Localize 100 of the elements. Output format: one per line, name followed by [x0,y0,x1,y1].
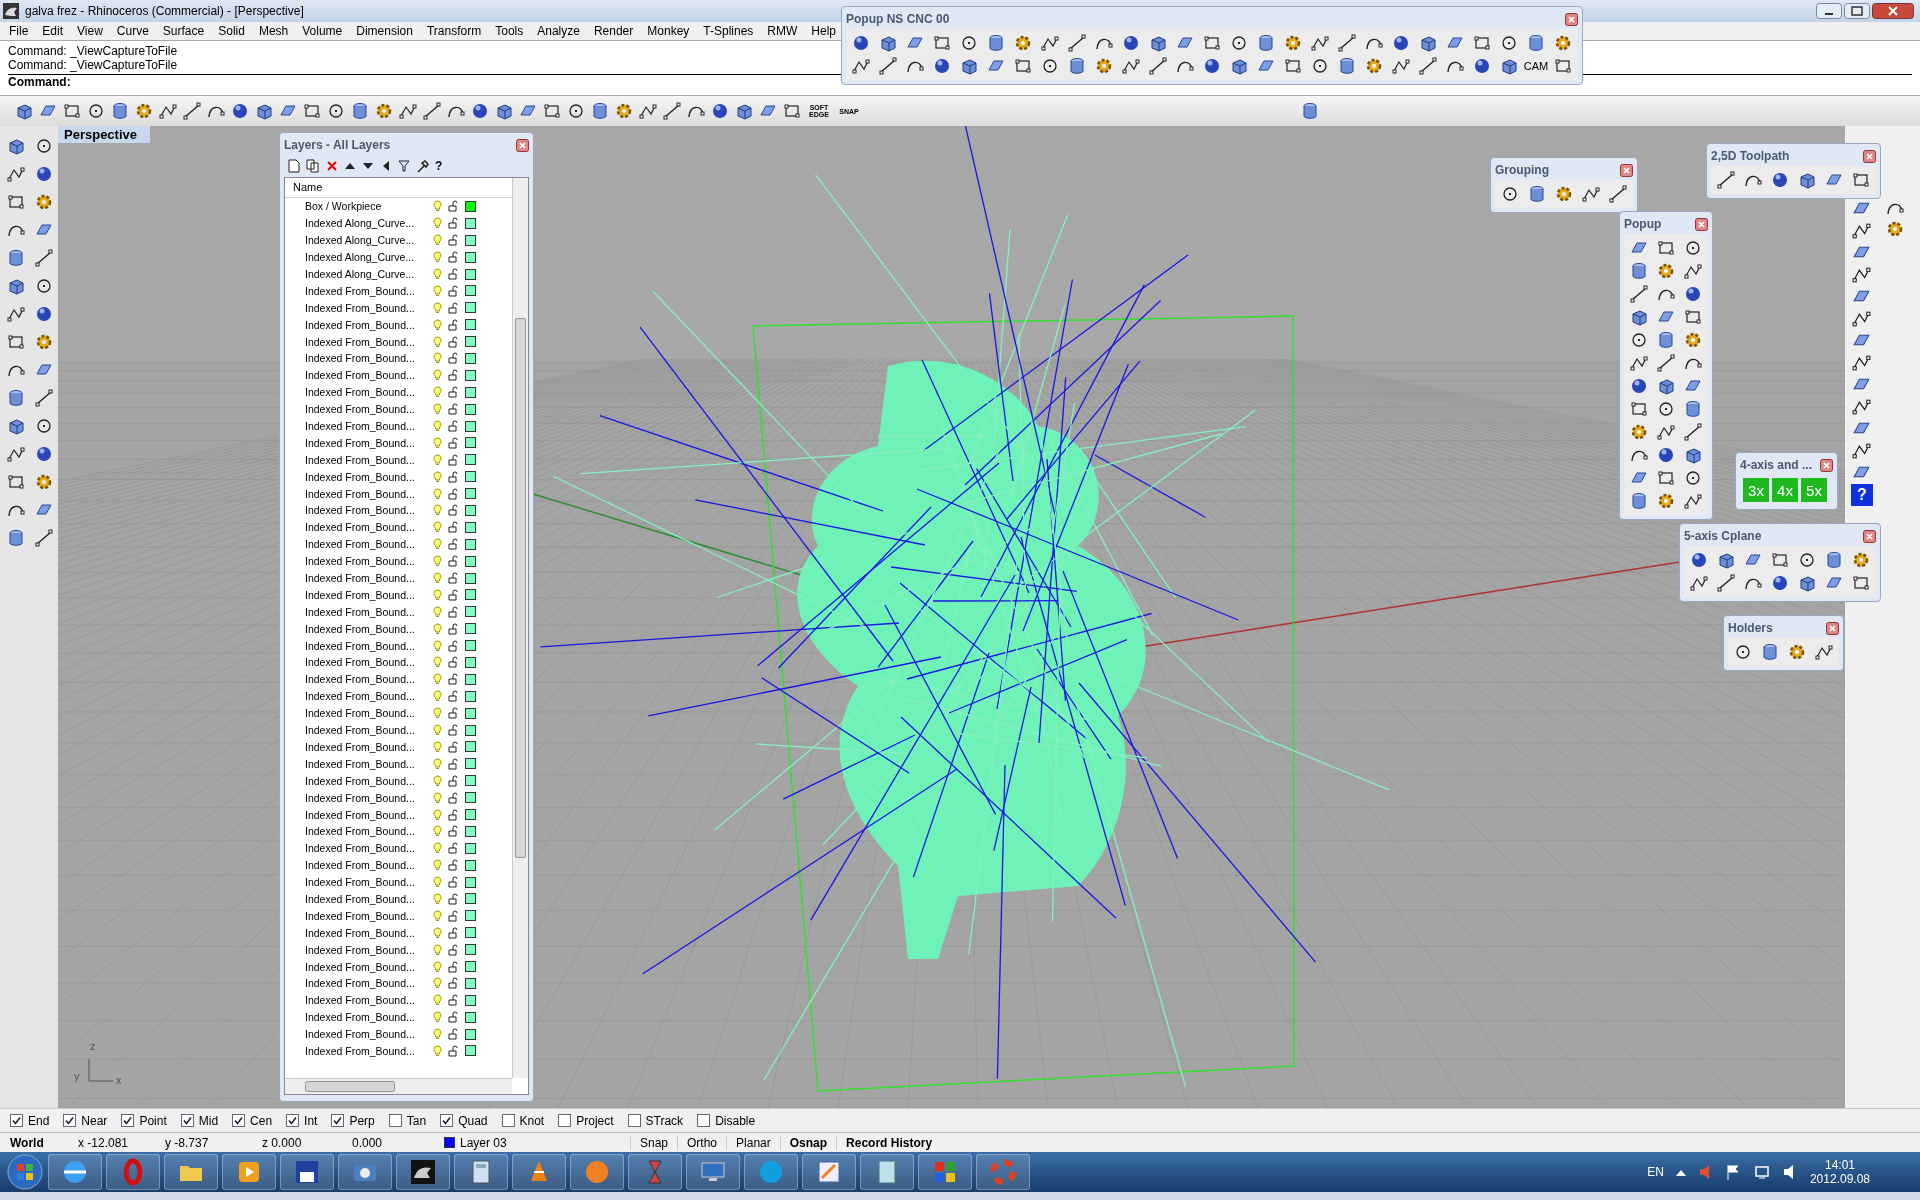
sphere-icon[interactable] [1391,33,1411,53]
close-icon[interactable] [1863,149,1876,163]
layer-color-swatch[interactable] [465,589,476,601]
light-bulb-icon[interactable] [433,774,442,787]
light-bulb-icon[interactable] [433,842,442,855]
checkbox[interactable] [63,1114,77,1127]
square-icon[interactable] [1851,170,1871,190]
padlock-icon[interactable] [448,251,459,264]
polyline-icon[interactable] [851,56,871,76]
pen-icon[interactable] [815,1158,843,1186]
polyline-icon[interactable] [398,101,418,121]
light-bulb-icon[interactable] [433,555,442,568]
padlock-icon[interactable] [448,403,459,416]
horizontal-scrollbar[interactable] [285,1078,512,1094]
light-bulb-icon[interactable] [433,740,442,753]
light-bulb-icon[interactable] [433,909,442,922]
light-bulb-icon[interactable] [433,420,442,432]
gear-icon[interactable] [614,101,634,121]
menu-item[interactable]: File [2,22,36,40]
square-icon[interactable] [782,101,802,121]
cylinder-icon[interactable] [1656,330,1676,350]
maximize-icon[interactable] [1844,3,1870,19]
square-icon[interactable] [542,101,562,121]
checkbox[interactable] [331,1114,345,1127]
line-icon[interactable] [182,101,202,121]
light-bulb-icon[interactable] [433,268,442,280]
square-icon[interactable] [1553,56,1573,76]
light-bulb-icon[interactable] [433,234,442,247]
layer-color-swatch[interactable] [465,673,476,685]
padlock-icon[interactable] [448,909,459,922]
status-toggle[interactable]: Snap [630,1135,678,1150]
light-bulb-icon[interactable] [433,825,442,838]
close-icon[interactable] [516,138,529,152]
layer-color-swatch[interactable] [465,792,476,804]
light-bulb-icon[interactable] [433,639,442,652]
layer-color-swatch[interactable] [465,268,476,280]
light-bulb-icon[interactable] [433,217,442,230]
polyline-icon[interactable] [1629,353,1649,373]
padlock-icon[interactable] [448,977,459,990]
square-icon[interactable] [6,192,26,212]
light-bulb-icon[interactable] [433,876,442,889]
layer-name[interactable]: Indexed From_Bound... [305,453,433,466]
layer-color-swatch[interactable] [465,471,476,483]
help-button[interactable]: ? [1851,484,1873,506]
padlock-icon[interactable] [448,386,459,399]
square-icon[interactable] [1013,56,1033,76]
layer-name[interactable]: Indexed Along_Curve... [305,217,433,230]
layer-name[interactable]: Indexed Along_Curve... [305,234,433,247]
layer-color-swatch[interactable] [465,741,476,753]
line-icon[interactable] [1683,422,1703,442]
close-icon[interactable] [1863,529,1876,543]
padlock-icon[interactable] [448,808,459,821]
layer-name[interactable]: Indexed From_Bound... [305,622,433,635]
sphere-icon[interactable] [1656,445,1676,465]
layer-name[interactable]: Indexed From_Bound... [305,487,433,500]
padlock-icon[interactable] [448,268,459,280]
layer-color-swatch[interactable] [465,994,476,1006]
cylinder-icon[interactable] [110,101,130,121]
line-icon[interactable] [1608,184,1628,204]
layer-color-swatch[interactable] [465,859,476,871]
layer-color-swatch[interactable] [465,724,476,736]
checkbox[interactable] [121,1114,135,1127]
checkbox[interactable] [180,1114,194,1127]
layer-name[interactable]: Indexed From_Bound... [305,960,433,973]
layer-name[interactable]: Indexed From_Bound... [305,436,433,449]
layer-color-swatch[interactable] [465,623,476,635]
layer-name[interactable]: Indexed From_Bound... [305,926,433,939]
polyline-icon[interactable] [1121,56,1141,76]
sphere-icon[interactable] [851,33,871,53]
square-icon[interactable] [1656,468,1676,488]
square-icon[interactable] [1851,573,1871,593]
layer-color-swatch[interactable] [465,504,476,516]
light-bulb-icon[interactable] [433,436,442,449]
layer-color-swatch[interactable] [465,217,476,229]
light-bulb-icon[interactable] [433,588,442,601]
polyline-icon[interactable] [1581,184,1601,204]
cylinder-icon[interactable] [1629,491,1649,511]
circle-icon[interactable] [1683,238,1703,258]
light-bulb-icon[interactable] [433,707,442,720]
start-button[interactable] [6,1153,44,1191]
layer-color-swatch[interactable] [465,420,476,432]
light-bulb-icon[interactable] [433,470,442,483]
layer-color-swatch[interactable] [465,1028,476,1040]
gear-icon[interactable] [1554,184,1574,204]
cplane-indicator[interactable]: World [0,1135,78,1150]
gear-icon[interactable] [1656,491,1676,511]
square-icon[interactable] [1472,33,1492,53]
gear-icon[interactable] [1553,33,1573,53]
layer-color-swatch[interactable] [465,234,476,246]
current-layer[interactable]: Layer 03 [460,1135,630,1150]
square-icon[interactable] [1683,307,1703,327]
polyline-icon[interactable] [1040,33,1060,53]
light-bulb-icon[interactable] [433,1044,442,1057]
layer-name[interactable]: Indexed From_Bound... [305,572,433,585]
menu-item[interactable]: Render [586,22,641,40]
column-header[interactable]: Name [293,181,323,193]
padlock-icon[interactable] [448,892,459,905]
light-bulb-icon[interactable] [433,859,442,872]
layer-name[interactable]: Indexed From_Bound... [305,521,433,534]
polyline-icon[interactable] [1683,491,1703,511]
